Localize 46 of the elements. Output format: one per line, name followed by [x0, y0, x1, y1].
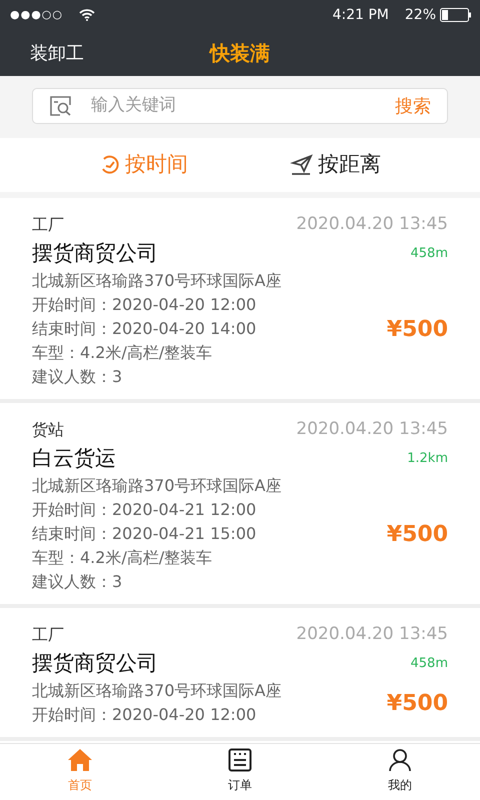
order-detail: 北城新区珞瑜路370号环球国际A座 — [32, 680, 282, 702]
place-type: 工厂 — [32, 214, 64, 236]
distance: 1.2km — [407, 450, 448, 468]
order-detail: 结束时间：2020-04-21 15:00 — [32, 523, 258, 545]
company-name: 白云货运 — [32, 444, 116, 472]
app-title: 快装满 — [210, 40, 270, 67]
price: ¥500 — [386, 690, 448, 718]
place-type: 工厂 — [32, 624, 64, 646]
wifi-icon — [79, 9, 95, 21]
order-detail: 开始时间：2020-04-20 12:00 — [32, 294, 258, 316]
order-detail: 车型：4.2米/高栏/整装车 — [32, 547, 214, 569]
place-type: 货站 — [32, 418, 64, 441]
paper-plane-icon — [290, 154, 314, 176]
home-icon — [67, 748, 93, 772]
battery-percent: 22% — [404, 6, 436, 24]
company-name: 摆货商贸公司 — [32, 240, 158, 266]
post-date: 2020.04.20 13:45 — [296, 213, 448, 236]
search-field[interactable]: 输入关键词 搜索 — [32, 88, 448, 124]
distance: 458m — [410, 654, 448, 672]
post-date: 2020.04.20 13:45 — [296, 623, 448, 646]
person-icon — [388, 748, 412, 772]
tab-bar-item[interactable]: 首页 — [35, 744, 125, 800]
order-detail: 开始时间：2020-04-20 12:00 — [32, 704, 258, 726]
order-detail: 北城新区珞瑜路370号环球国际A座 — [32, 475, 282, 497]
search-button[interactable]: 搜索 — [395, 92, 431, 120]
order-detail: 北城新区珞瑜路370号环球国际A座 — [32, 270, 282, 292]
order-detail: 结束时间：2020-04-20 14:00 — [32, 318, 258, 340]
order-detail: 开始时间：2020-04-21 12:00 — [32, 499, 258, 521]
search-icon — [49, 95, 73, 117]
order-detail: 车型：4.2米/高栏/整装车 — [32, 342, 214, 364]
clock-time: 4:21 PM — [332, 6, 389, 24]
distance: 458m — [410, 244, 448, 262]
order-detail: 建议人数：3 — [32, 366, 124, 388]
list-icon — [228, 748, 252, 772]
company-name: 摆货商贸公司 — [32, 650, 158, 676]
battery-icon — [440, 8, 472, 22]
sort-tab[interactable]: 按时间 — [99, 149, 188, 181]
tab-bar-item[interactable]: 订单 — [195, 744, 285, 800]
signal-strength: ●●●○○ — [10, 6, 63, 23]
price: ¥500 — [386, 520, 448, 548]
post-date: 2020.04.20 13:45 — [296, 418, 448, 441]
order-detail: 建议人数：3 — [32, 571, 124, 593]
price: ¥500 — [386, 316, 448, 344]
role-label: 装卸工 — [30, 42, 84, 64]
sort-tab[interactable]: 按距离 — [290, 149, 381, 181]
tab-bar-item[interactable]: 我的 — [355, 744, 445, 800]
